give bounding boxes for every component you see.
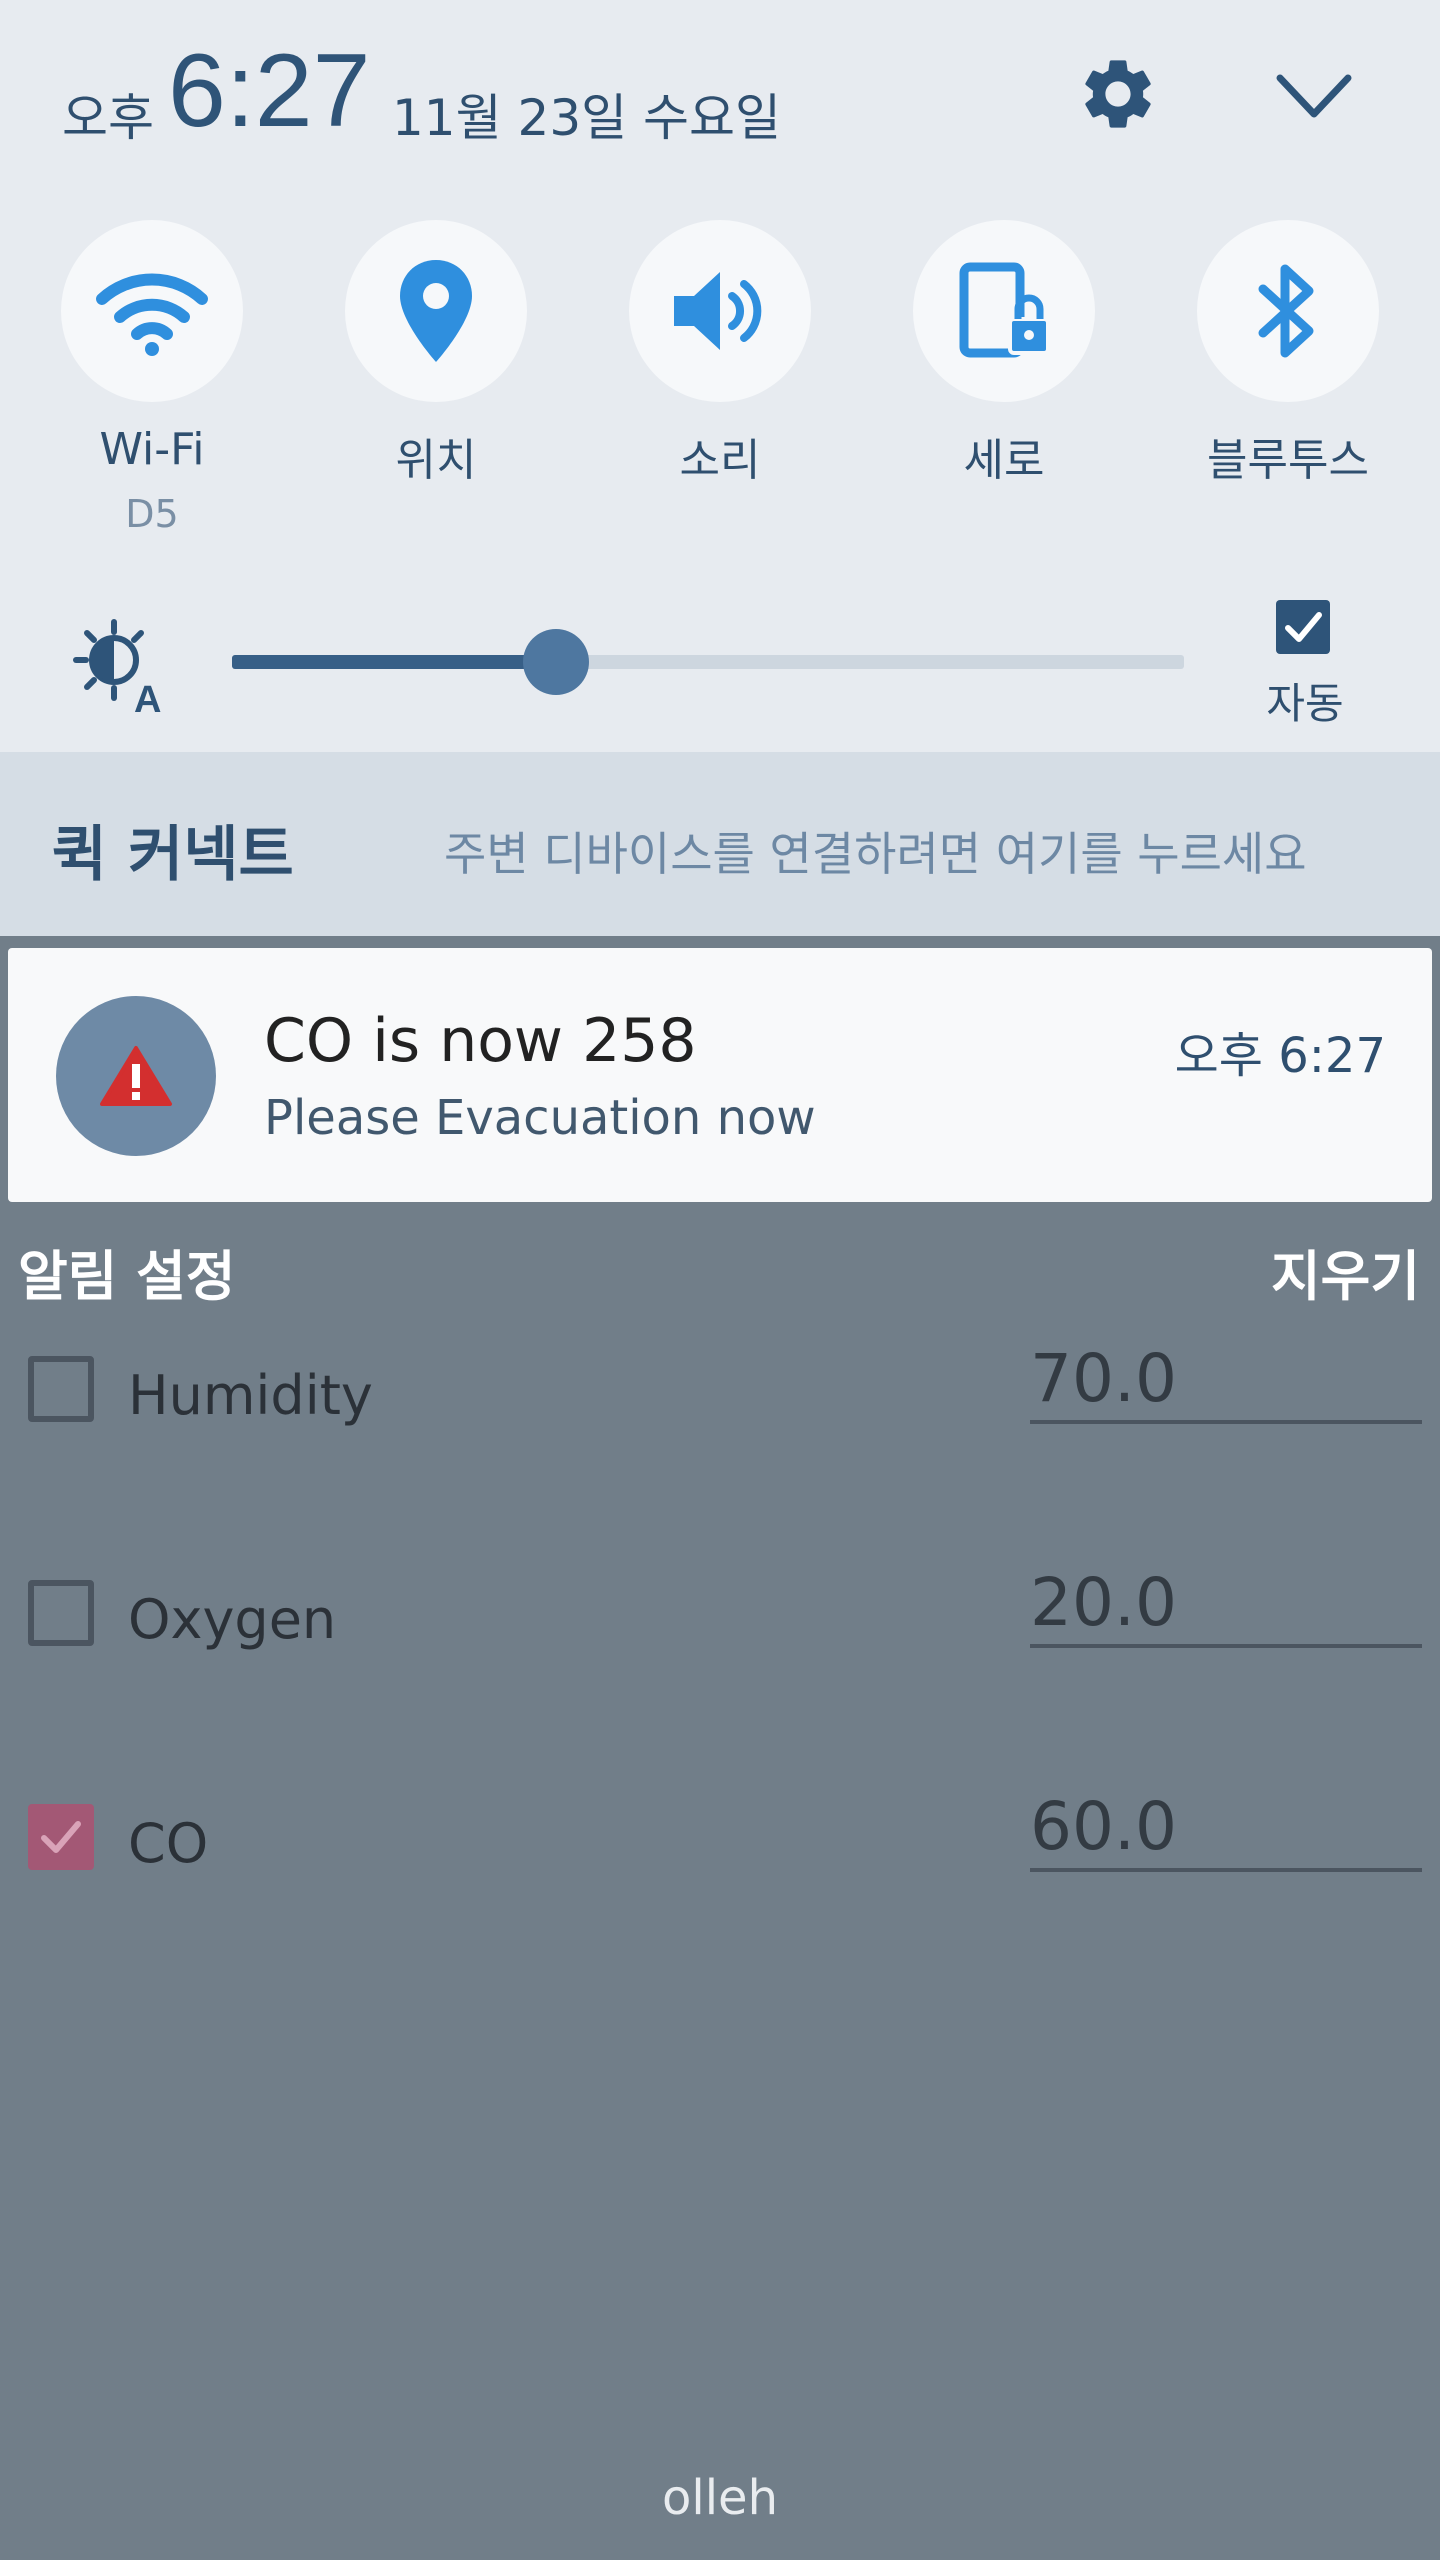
notification-time: 오후 6:27 [1174,1028,1386,1084]
carrier-label: olleh [662,2470,778,2526]
tile-sublabel: D5 [125,492,179,536]
tile-button[interactable] [61,220,243,402]
quick-tile-rotation[interactable]: 세로 [882,218,1122,548]
brightness-slider-fill [232,655,556,669]
co-threshold-input[interactable]: 60.0 [1030,1782,1422,1872]
rotation-lock-icon [959,262,1050,358]
auto-brightness-checkbox[interactable] [1276,600,1330,654]
notification-app-icon [56,996,216,1156]
notification-title: CO is now 258 [264,1006,697,1076]
notification-panel: 오후 6:27 11월 23일 수요일 Wi-Fi D5 위치 소리 세로 블루… [0,0,1440,752]
clear-button[interactable]: 지우기 [1271,1232,1420,1311]
tile-label: 소리 [679,435,761,486]
setting-row-oxygen: Oxygen 20.0 [0,1542,1440,1682]
tile-label: Wi-Fi [99,424,205,475]
warning-icon [100,1046,172,1106]
setting-row-humidity: Humidity 70.0 [0,1318,1440,1458]
wifi-icon [96,273,208,356]
date: 11월 23일 수요일 [392,89,782,147]
app-content: 알림 설정 지우기 Humidity 70.0 Oxygen 20.0 CO 6… [0,1210,1440,2560]
quick-tile-bluetooth[interactable]: 블루투스 [1166,218,1406,548]
alert-settings-title: 알림 설정 [18,1245,236,1308]
quick-connect-bar[interactable]: 퀵 커넥트 주변 디바이스를 연결하려면 여기를 누르세요 [0,752,1440,936]
gear-icon [1085,60,1151,128]
humidity-threshold-input[interactable]: 70.0 [1030,1334,1422,1424]
brightness-row: A 자동 [0,600,1440,730]
quick-connect-title: 퀵 커넥트 [52,820,294,890]
notification-card[interactable]: CO is now 258 Please Evacuation now 오후 6… [8,948,1432,1202]
auto-brightness-label: 자동 [1266,679,1344,728]
oxygen-threshold-input[interactable]: 20.0 [1030,1558,1422,1648]
setting-label: CO [128,1812,209,1875]
check-icon [1285,612,1322,642]
quick-tile-sound[interactable]: 소리 [598,218,838,548]
humidity-checkbox[interactable] [28,1356,94,1422]
settings-button[interactable] [1076,52,1160,136]
svg-text:A: A [134,679,161,714]
bluetooth-icon [1258,264,1314,358]
setting-row-co: CO 60.0 [0,1766,1440,1906]
panel-header: 오후 6:27 11월 23일 수요일 [0,0,1440,190]
brightness-slider[interactable] [232,629,1184,695]
quick-settings-row: Wi-Fi D5 위치 소리 세로 블루투스 [0,218,1440,548]
co-checkbox[interactable] [28,1804,94,1870]
input-value: 60.0 [1030,1788,1177,1865]
quick-tile-wifi[interactable]: Wi-Fi D5 [30,218,270,548]
clock: 6:27 [168,33,371,149]
tile-button[interactable] [345,220,527,402]
notification-text: Please Evacuation now [264,1090,816,1146]
oxygen-checkbox[interactable] [28,1580,94,1646]
brightness-auto-icon: A [73,619,161,714]
tile-button[interactable] [629,220,811,402]
brightness-slider-thumb[interactable] [522,629,589,695]
tile-label: 블루투스 [1207,435,1369,486]
tile-label: 세로 [963,435,1045,486]
quick-connect-hint: 주변 디바이스를 연결하려면 여기를 누르세요 [444,827,1307,881]
quick-tile-location[interactable]: 위치 [314,218,554,548]
tile-button[interactable] [1197,220,1379,402]
tile-button[interactable] [913,220,1095,402]
check-icon [41,1821,81,1853]
setting-label: Oxygen [128,1588,337,1651]
chevron-down-icon [1276,74,1352,118]
collapse-button[interactable] [1270,56,1358,136]
location-icon [400,260,472,362]
input-value: 20.0 [1030,1564,1177,1641]
tile-label: 위치 [395,435,477,486]
time-ampm: 오후 [62,89,154,147]
sound-icon [674,272,762,350]
input-value: 70.0 [1030,1340,1177,1417]
setting-label: Humidity [128,1364,373,1427]
